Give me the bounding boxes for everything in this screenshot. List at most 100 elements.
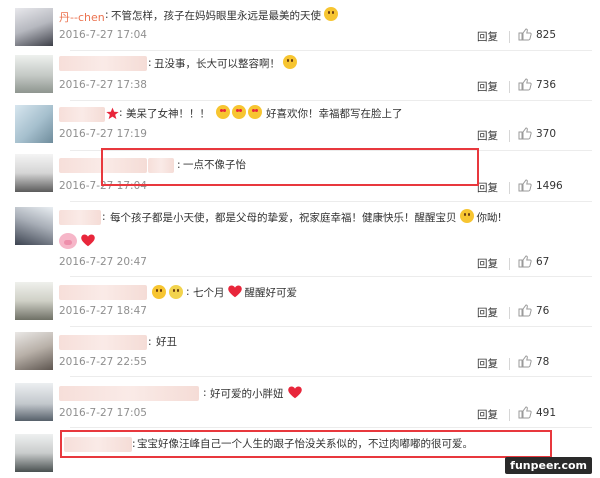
comment-time: 2016-7-27 22:55	[59, 356, 147, 368]
heart-icon	[227, 285, 242, 298]
comment-text-body: 好喜欢你！幸福都写在脸上了	[266, 108, 403, 120]
thumbs-up-icon[interactable]	[518, 406, 532, 419]
thumbs-up-icon[interactable]	[518, 255, 532, 268]
action-divider	[509, 307, 510, 319]
comment-text: 不管怎样，孩子在妈妈眼里永远是最美的天使	[111, 7, 339, 24]
heart-eyes-emoji-icon	[248, 105, 262, 119]
avatar[interactable]	[15, 105, 53, 143]
comment-text-body: 丑没事，长大可以整容啊！	[154, 58, 280, 70]
reply-button[interactable]: 回复	[477, 180, 498, 195]
comment-text-body: 好可爱的小胖妞	[210, 388, 284, 400]
comment-separator: :	[186, 286, 190, 298]
avatar[interactable]	[15, 282, 53, 320]
comment-separator: :	[105, 9, 109, 21]
comment-separator: :	[119, 107, 123, 119]
reply-button[interactable]: 回复	[477, 305, 498, 320]
comment-time: 2016-7-27 17:38	[59, 79, 147, 91]
comment-divider	[70, 50, 592, 51]
comment-list: 丹--chen : 不管怎样，孩子在妈妈眼里永远是最美的天使 2016-7-27…	[0, 0, 600, 478]
avatar[interactable]	[15, 154, 53, 192]
reply-button[interactable]: 回复	[477, 356, 498, 371]
action-divider	[509, 81, 510, 93]
highlight-box	[60, 430, 552, 458]
comment-text: 七个月 醒醒好可爱	[193, 284, 297, 301]
action-divider	[509, 182, 510, 194]
action-divider	[509, 409, 510, 421]
star-icon	[106, 107, 119, 120]
heart-eyes-emoji-icon	[216, 105, 230, 119]
watermark: funpeer.com	[505, 457, 592, 474]
thumbs-up-icon[interactable]	[518, 304, 532, 317]
blurred-username	[59, 107, 105, 122]
smiley-emoji-icon	[459, 209, 474, 223]
action-divider	[509, 358, 510, 370]
action-divider	[509, 31, 510, 43]
comment-separator: :	[203, 387, 207, 399]
reply-button[interactable]: 回复	[477, 128, 498, 143]
blurred-username	[59, 210, 101, 225]
like-count: 78	[536, 356, 550, 368]
reply-button[interactable]: 回复	[477, 79, 498, 94]
comment-text-body: 醒醒好可爱	[244, 287, 298, 299]
comment-text-body: 每个孩子都是小天使，都是父母的挚爱，祝家庭幸福！健康快乐！醒醒宝贝	[110, 212, 457, 224]
like-count: 736	[536, 79, 557, 91]
thumbs-up-icon[interactable]	[518, 179, 532, 192]
like-count: 491	[536, 407, 557, 419]
comment-time: 2016-7-27 17:04	[59, 29, 147, 41]
avatar[interactable]	[15, 383, 53, 421]
comment-divider	[70, 376, 592, 377]
thumbs-up-icon[interactable]	[518, 355, 532, 368]
avatar[interactable]	[15, 55, 53, 93]
crying-emoji-icon	[169, 285, 183, 299]
thumbs-up-icon[interactable]	[518, 127, 532, 140]
blurred-username	[59, 56, 147, 71]
thumbs-up-icon[interactable]	[518, 78, 532, 91]
comment-text: 每个孩子都是小天使，都是父母的挚爱，祝家庭幸福！健康快乐！醒醒宝贝 你呦!	[110, 209, 502, 226]
comment-separator: :	[148, 57, 152, 69]
action-divider	[509, 258, 510, 270]
smiley-emoji-icon	[283, 55, 297, 69]
comment-text: 丑没事，长大可以整容啊！	[154, 55, 298, 72]
comment-time: 2016-7-27 18:47	[59, 305, 147, 317]
comment-divider	[70, 326, 592, 327]
like-count: 76	[536, 305, 550, 317]
like-count: 1496	[536, 180, 563, 192]
pig-emoji-icon	[59, 233, 77, 249]
comment-separator: :	[148, 336, 152, 348]
comment-separator: :	[102, 211, 106, 223]
like-count: 825	[536, 29, 557, 41]
comment-time: 2016-7-27 17:05	[59, 407, 147, 419]
action-divider	[509, 130, 510, 142]
highlight-box	[101, 148, 479, 186]
avatar[interactable]	[15, 8, 53, 46]
reply-button[interactable]: 回复	[477, 407, 498, 422]
comment-text: 好可爱的小胖妞	[210, 385, 303, 402]
comment-text: 美呆了女神！！！ 好喜欢你！幸福都写在脸上了	[126, 105, 403, 122]
heart-eyes-emoji-icon	[232, 105, 246, 119]
thumbs-up-icon[interactable]	[518, 28, 532, 41]
avatar[interactable]	[15, 332, 53, 370]
avatar[interactable]	[15, 434, 53, 472]
comment-time: 2016-7-27 20:47	[59, 256, 147, 268]
comment-text-body: 不管怎样，孩子在妈妈眼里永远是最美的天使	[111, 10, 321, 22]
comment-text-body: 你呦!	[476, 212, 502, 224]
smiley-emoji-icon	[152, 285, 166, 299]
blurred-username	[59, 285, 147, 300]
blurred-username	[59, 386, 199, 401]
blurred-username	[59, 335, 147, 350]
comment-text-body: 七个月	[193, 287, 225, 299]
like-count: 67	[536, 256, 550, 268]
like-count: 370	[536, 128, 557, 140]
comment-divider	[70, 100, 592, 101]
comment-text-body: 美呆了女神！！！	[126, 108, 210, 120]
comment-divider	[70, 276, 592, 277]
reply-button[interactable]: 回复	[477, 256, 498, 271]
username-link[interactable]: 丹--chen	[59, 9, 105, 25]
reply-button[interactable]: 回复	[477, 29, 498, 44]
comment-divider	[70, 427, 592, 428]
comment-time: 2016-7-27 17:19	[59, 128, 147, 140]
comment-divider	[70, 201, 592, 202]
comment-text: 好丑	[156, 336, 177, 348]
avatar[interactable]	[15, 207, 53, 245]
heart-icon	[287, 386, 302, 399]
